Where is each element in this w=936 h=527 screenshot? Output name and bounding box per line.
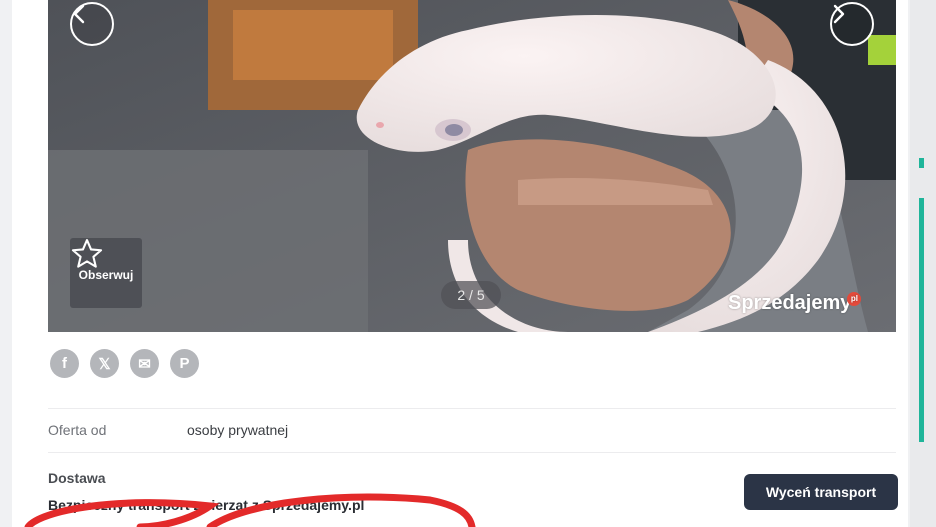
chevron-right-icon xyxy=(833,4,845,24)
photo-counter: 2 / 5 xyxy=(441,281,501,309)
pinterest-icon: P xyxy=(179,355,190,372)
scrollbar-marker xyxy=(919,158,924,168)
watermark-suffix: pl xyxy=(847,292,862,306)
facebook-share-button[interactable]: f xyxy=(50,349,79,378)
watermark-text: Sprzedajemy xyxy=(728,292,852,314)
divider xyxy=(48,408,896,409)
listing-card: Obserwuj 2 / 5 Sprzedajemypl f 𝕏 ✉ P Ofe… xyxy=(12,0,908,527)
delivery-title: Dostawa xyxy=(48,470,106,486)
scrollbar[interactable] xyxy=(910,0,936,527)
offer-label: Oferta od xyxy=(48,422,107,438)
mail-icon: ✉ xyxy=(138,355,151,373)
follow-button[interactable]: Obserwuj xyxy=(70,238,142,308)
quote-transport-button[interactable]: Wyceń transport xyxy=(744,474,898,510)
previous-photo-button[interactable] xyxy=(70,2,114,46)
share-row: f 𝕏 ✉ P xyxy=(50,349,199,378)
follow-label: Obserwuj xyxy=(78,268,134,282)
offer-value: osoby prywatnej xyxy=(187,422,289,438)
pinterest-share-button[interactable]: P xyxy=(170,349,199,378)
x-share-button[interactable]: 𝕏 xyxy=(90,349,119,378)
chevron-left-icon xyxy=(73,4,85,24)
mail-share-button[interactable]: ✉ xyxy=(130,349,159,378)
star-icon xyxy=(71,239,103,268)
watermark-logo: Sprzedajemypl xyxy=(728,292,862,315)
facebook-icon: f xyxy=(62,355,67,372)
next-photo-button[interactable] xyxy=(830,2,874,46)
transport-text: Bezpieczny transport zwierząt z Sprzedaj… xyxy=(48,497,365,513)
scrollbar-thumb[interactable] xyxy=(919,198,924,442)
x-icon: 𝕏 xyxy=(98,355,111,373)
photo-gallery[interactable]: Obserwuj 2 / 5 Sprzedajemypl xyxy=(48,0,896,332)
divider xyxy=(48,452,896,453)
